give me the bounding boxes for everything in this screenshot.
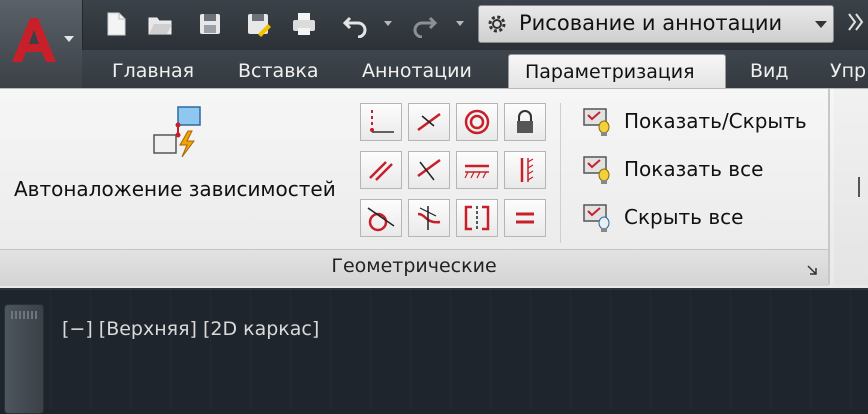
tangent-icon: [367, 207, 395, 232]
new-icon[interactable]: [102, 10, 130, 38]
undo-dropdown-icon[interactable]: [384, 21, 392, 26]
concentric-icon: [464, 109, 490, 135]
symmetric-icon: [464, 205, 490, 231]
horizontal-button[interactable]: [456, 151, 498, 189]
tangent-button[interactable]: [360, 199, 402, 237]
dialog-launcher-icon[interactable]: [806, 264, 818, 276]
parallel-button[interactable]: [360, 151, 402, 189]
tab-view[interactable]: Вид: [750, 54, 789, 88]
tab-insert[interactable]: Вставка: [238, 54, 319, 88]
panel-divider: [560, 103, 561, 243]
parallel-icon: [369, 161, 393, 181]
partial-glyph: [858, 177, 866, 197]
autoconstrain-icon: [153, 106, 201, 158]
show-hide-button[interactable]: Показать/Скрыть: [624, 109, 807, 133]
drawing-viewport[interactable]: [−] [Верхняя] [2D каркас]: [0, 288, 868, 414]
redo-dropdown-icon[interactable]: [456, 21, 464, 26]
collinear-icon: [417, 112, 441, 132]
coincident-button[interactable]: [360, 103, 402, 141]
chevron-down-icon: [64, 36, 74, 42]
hide-all-icon[interactable]: [582, 201, 614, 233]
fix-button[interactable]: [504, 103, 546, 141]
next-panel-partial: [834, 89, 868, 285]
collinear-top-button[interactable]: [408, 103, 450, 141]
tab-annotate[interactable]: Аннотации: [362, 54, 472, 88]
tab-home[interactable]: Главная: [112, 54, 194, 88]
panel-title: Геометрические: [331, 255, 497, 277]
redo-icon[interactable]: [410, 10, 438, 38]
file-tab-handle[interactable]: [4, 304, 44, 414]
application-menu-button[interactable]: [0, 0, 83, 90]
gear-icon: [488, 15, 506, 33]
ribbon-panel: Автоналожение зависимостей Показать/Скры…: [0, 88, 868, 289]
smooth-button[interactable]: [408, 199, 450, 237]
concentric-button[interactable]: [456, 103, 498, 141]
symmetric-button[interactable]: [456, 199, 498, 237]
save-icon[interactable]: [196, 10, 224, 38]
coincident-icon: [370, 110, 394, 133]
grip-icon: [11, 311, 37, 319]
undo-icon[interactable]: [342, 10, 370, 38]
show-all-icon[interactable]: [582, 153, 614, 185]
perpendicular-icon: [417, 158, 441, 181]
vertical-icon: [520, 158, 534, 182]
workspace-switcher[interactable]: Рисование и аннотации: [478, 5, 834, 43]
panel-title-bar[interactable]: Геометрические: [0, 249, 828, 286]
tab-manage[interactable]: Упр: [830, 54, 866, 88]
save-as-icon[interactable]: [244, 10, 272, 38]
tab-parametric[interactable]: Параметризация: [508, 54, 726, 88]
workspace-label: Рисование и аннотации: [519, 11, 783, 35]
vertical-button[interactable]: [504, 151, 546, 189]
chevron-down-icon: [815, 21, 827, 28]
autocad-logo-icon: [12, 18, 56, 62]
panel-separator: [828, 89, 830, 285]
drawing-area-grid: [50, 290, 868, 410]
ribbon-tab-bar: Главная Вставка Аннотации Параметризация…: [82, 50, 868, 88]
equal-button[interactable]: [504, 199, 546, 237]
autoconstrain-button[interactable]: Автоналожение зависимостей: [14, 177, 336, 201]
smooth-icon: [417, 206, 441, 230]
open-icon[interactable]: [146, 10, 174, 38]
equal-icon: [516, 212, 534, 224]
plot-icon[interactable]: [290, 10, 318, 38]
horizontal-icon: [464, 164, 489, 179]
double-chevron-icon[interactable]: [846, 10, 866, 34]
title-bar: Рисование и аннотации: [0, 0, 868, 50]
show-all-button[interactable]: Показать все: [624, 157, 763, 181]
perpendicular-button[interactable]: [408, 151, 450, 189]
hide-all-button[interactable]: Скрыть все: [624, 205, 743, 229]
fix-icon: [517, 110, 533, 133]
show-hide-icon[interactable]: [582, 105, 614, 137]
viewport-controls[interactable]: [−] [Верхняя] [2D каркас]: [62, 318, 319, 340]
